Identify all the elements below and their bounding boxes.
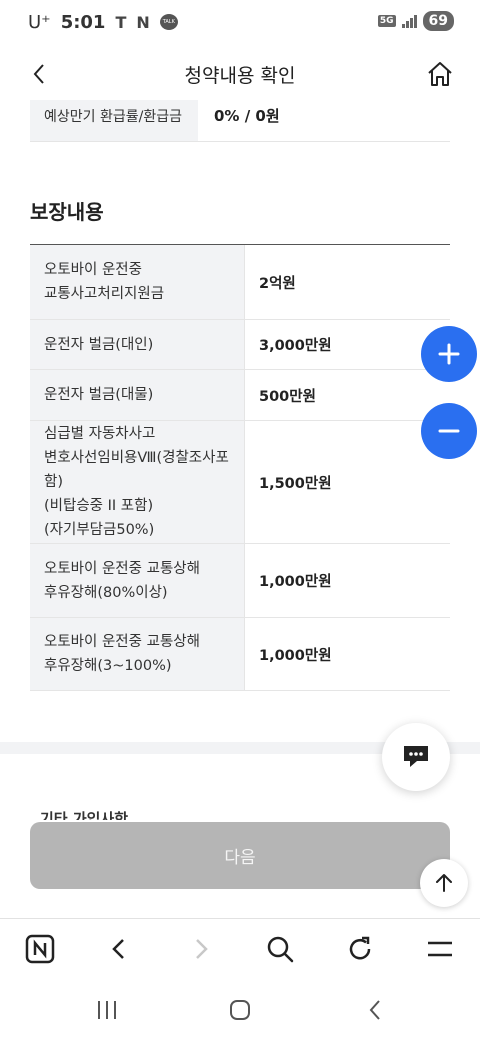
row-label: 예상만기 환급률/환급금 bbox=[30, 100, 198, 141]
prev-row-label: 예상만기 환급률/환급금 bbox=[44, 108, 182, 125]
home-circle-icon bbox=[230, 1000, 250, 1020]
table-row: 오토바이 운전중 교통상해 후유장해(3~100%) 1,000만원 bbox=[30, 618, 450, 691]
naver-button[interactable] bbox=[24, 933, 56, 965]
coverage-value: 3,000만원 bbox=[259, 338, 332, 354]
arrow-up-icon bbox=[436, 874, 452, 892]
page-header: 청약내용 확인 bbox=[0, 48, 480, 100]
coverage-label: 오토바이 운전중 교통상해 후유장해(80%이상) bbox=[30, 544, 245, 617]
forward-arrow-icon bbox=[196, 939, 208, 959]
home-button[interactable] bbox=[426, 60, 454, 88]
naver-notification-icon: N bbox=[136, 12, 150, 32]
naver-icon bbox=[25, 934, 55, 964]
search-icon bbox=[267, 936, 294, 963]
back-arrow-icon bbox=[112, 939, 124, 959]
coverage-value: 500만원 bbox=[259, 388, 316, 405]
coverage-table: 오토바이 운전중 교통사고처리지원금 2억원 운전자 벌금(대인) 3,000만… bbox=[30, 244, 450, 691]
table-row: 운전자 벌금(대물) 500만원 bbox=[30, 370, 450, 421]
t-app-icon: T bbox=[115, 12, 127, 32]
system-back-icon bbox=[369, 1000, 380, 1020]
kakaotalk-icon: TALK bbox=[159, 14, 178, 30]
browser-back-button[interactable] bbox=[103, 933, 135, 965]
recent-apps-icon bbox=[98, 1001, 116, 1019]
table-row: 심급별 자동차사고 변호사선임비용Ⅷ(경찰조사포함) (비탑승중 II 포함) … bbox=[30, 421, 450, 544]
zoom-in-button[interactable] bbox=[421, 326, 477, 382]
browser-forward-button[interactable] bbox=[185, 933, 217, 965]
content-area[interactable]: 예상만기 환급률/환급금 0% / 0원 보장내용 오토바이 운전중 교통사고처… bbox=[0, 100, 480, 822]
refresh-icon bbox=[349, 936, 371, 960]
table-row: 운전자 벌금(대인) 3,000만원 bbox=[30, 320, 450, 370]
browser-toolbar bbox=[0, 918, 480, 980]
table-row: 예상만기 환급률/환급금 0% / 0원 bbox=[30, 100, 450, 142]
menu-button[interactable] bbox=[424, 933, 456, 965]
plus-icon bbox=[438, 343, 460, 365]
section-title: 보장내용 bbox=[30, 200, 104, 224]
scroll-top-button[interactable] bbox=[420, 859, 468, 907]
next-button[interactable]: 다음 bbox=[30, 822, 450, 889]
network-5g-icon: 5G bbox=[377, 15, 396, 27]
table-row: 오토바이 운전중 교통사고처리지원금 2억원 bbox=[30, 245, 450, 320]
minus-icon bbox=[438, 429, 460, 433]
page-title: 청약내용 확인 bbox=[184, 64, 296, 87]
signal-icon bbox=[401, 14, 417, 28]
prev-row-value: 0% / 0원 bbox=[214, 107, 280, 125]
zoom-out-button[interactable] bbox=[421, 403, 477, 459]
coverage-label: 심급별 자동차사고 변호사선임비용Ⅷ(경찰조사포함) (비탑승중 II 포함) … bbox=[30, 421, 245, 543]
search-button[interactable] bbox=[264, 933, 296, 965]
recent-apps-button[interactable] bbox=[93, 996, 121, 1024]
next-section-title: 기타 가입사항 bbox=[40, 810, 129, 820]
coverage-label: 운전자 벌금(대물) bbox=[30, 370, 245, 420]
coverage-label: 오토바이 운전중 교통상해 후유장해(3~100%) bbox=[30, 618, 245, 690]
coverage-value: 2억원 bbox=[259, 275, 296, 292]
coverage-label: 운전자 벌금(대인) bbox=[30, 320, 245, 369]
battery-indicator: 69 bbox=[422, 11, 454, 31]
refresh-button[interactable] bbox=[344, 933, 376, 965]
status-bar: U⁺ 5:01 T N TALK 5G 69 bbox=[0, 0, 480, 44]
table-row: 오토바이 운전중 교통상해 후유장해(80%이상) 1,000만원 bbox=[30, 544, 450, 618]
menu-icon bbox=[428, 941, 452, 957]
row-value: 0% / 0원 bbox=[198, 100, 450, 141]
coverage-value: 1,000만원 bbox=[259, 574, 332, 590]
coverage-label: 오토바이 운전중 교통사고처리지원금 bbox=[30, 245, 245, 319]
system-back-button[interactable] bbox=[362, 996, 390, 1024]
coverage-value: 1,500만원 bbox=[259, 475, 332, 492]
carrier-label: U⁺ bbox=[28, 11, 51, 33]
status-time: 5:01 bbox=[60, 11, 106, 33]
home-icon bbox=[428, 62, 452, 86]
chevron-left-icon bbox=[33, 64, 44, 84]
chat-icon bbox=[404, 746, 428, 767]
chat-button[interactable] bbox=[382, 723, 450, 791]
system-navigation bbox=[0, 980, 480, 1040]
coverage-value: 1,000만원 bbox=[259, 647, 332, 664]
back-button[interactable] bbox=[28, 62, 52, 86]
system-home-button[interactable] bbox=[226, 996, 254, 1024]
